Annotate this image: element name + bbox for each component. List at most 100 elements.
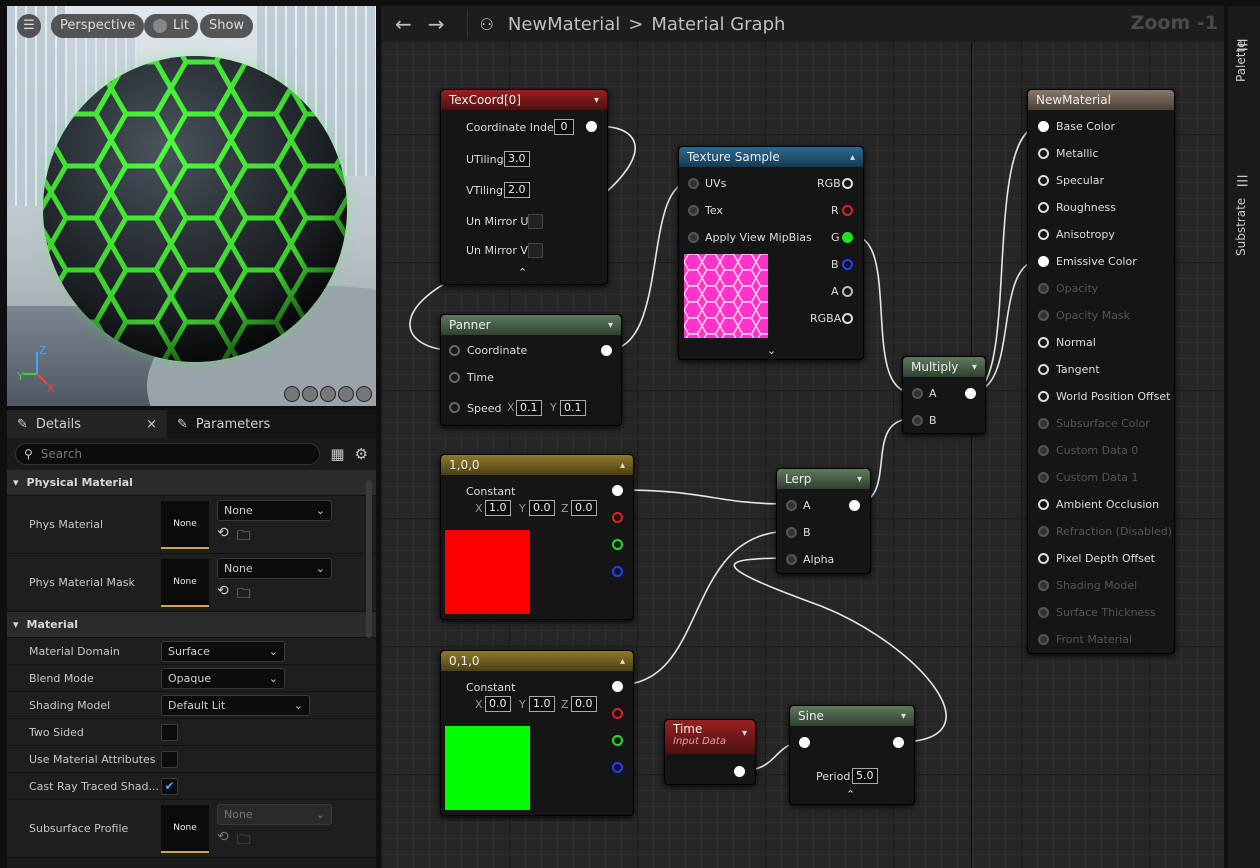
list-icon[interactable]: ☰ — [1236, 174, 1249, 190]
chevron-up-icon[interactable]: ▴ — [850, 152, 855, 163]
result-pin[interactable] — [1038, 202, 1049, 213]
unmirror-v-checkbox[interactable] — [528, 243, 543, 258]
lerp-alpha-pin[interactable] — [786, 554, 797, 565]
node-result-header[interactable]: NewMaterial — [1028, 90, 1174, 110]
result-pin[interactable] — [1038, 580, 1049, 591]
node-multiply[interactable]: Multiply ▾ A B — [902, 356, 986, 434]
constant-red-x-input[interactable]: 1.0 — [485, 500, 511, 516]
browse-icon[interactable]: 🗀 — [237, 583, 251, 607]
table-view-icon[interactable]: ▦ — [330, 445, 344, 463]
texcoord-output-pin[interactable] — [586, 121, 597, 132]
result-pin[interactable] — [1038, 337, 1049, 348]
sphere-shape-icon[interactable] — [302, 386, 318, 402]
texture-rgba-pin[interactable] — [842, 313, 853, 324]
result-pin[interactable] — [1038, 391, 1049, 402]
cast-ray-checkbox[interactable]: ✔ — [161, 777, 178, 795]
result-pin[interactable] — [1038, 175, 1049, 186]
chevron-down-icon[interactable]: ▾ — [972, 362, 977, 373]
constant-red-b-pin[interactable] — [612, 566, 623, 577]
texture-rgb-pin[interactable] — [842, 178, 853, 189]
panner-speed-y-input[interactable]: 0.1 — [560, 400, 586, 416]
node-time[interactable]: Time Input Data ▾ — [664, 719, 756, 785]
chevron-down-icon[interactable]: ▾ — [742, 728, 747, 739]
expand-chevron-icon[interactable]: ⌄ — [767, 344, 776, 357]
viewport-menu-button[interactable]: ☰ — [17, 14, 41, 38]
result-pin[interactable] — [1038, 364, 1049, 375]
preview-viewport[interactable]: ☰ Perspective Lit Show Z Y X — [7, 6, 376, 406]
breadcrumb-material[interactable]: NewMaterial — [508, 14, 620, 35]
node-texture-header[interactable]: Texture Sample ▴ — [679, 147, 863, 167]
lit-button[interactable]: Lit — [144, 14, 198, 38]
section-physical-material[interactable]: ▾ Physical Material — [7, 470, 376, 496]
vtiling-input[interactable]: 2.0 — [504, 182, 530, 198]
constant-green-g-pin[interactable] — [612, 735, 623, 746]
details-scrollbar[interactable] — [366, 480, 372, 638]
browse-icon[interactable]: 🗀 — [237, 829, 251, 853]
tab-substrate[interactable]: Substrate — [1234, 198, 1248, 256]
result-pin[interactable] — [1038, 472, 1049, 483]
node-constant-red-header[interactable]: 1,0,0 ▴ — [441, 455, 633, 475]
close-icon[interactable]: × — [146, 417, 157, 432]
result-pin[interactable] — [1038, 499, 1049, 510]
result-pin[interactable] — [1038, 310, 1049, 321]
result-pin[interactable] — [1038, 526, 1049, 537]
graph-hierarchy-icon[interactable]: ⚇ — [480, 15, 494, 34]
tab-details[interactable]: ✎ Details × — [7, 410, 167, 438]
result-pin[interactable] — [1038, 634, 1049, 645]
subsurface-combo[interactable]: None ⌄ — [217, 804, 332, 825]
node-panner-header[interactable]: Panner ▾ — [441, 315, 621, 335]
search-input[interactable]: ⚲ Search — [15, 443, 321, 465]
node-constant-green-header[interactable]: 0,1,0 ▴ — [441, 651, 633, 671]
result-pin[interactable] — [1038, 121, 1049, 132]
constant-red-g-pin[interactable] — [612, 539, 623, 550]
constant-red-y-input[interactable]: 0.0 — [529, 500, 555, 516]
plane-shape-icon[interactable] — [320, 386, 336, 402]
result-pin[interactable] — [1038, 607, 1049, 618]
texture-a-pin[interactable] — [842, 286, 853, 297]
panner-speed-x-input[interactable]: 0.1 — [516, 400, 542, 416]
chevron-down-icon[interactable]: ▾ — [608, 320, 613, 331]
multiply-a-pin[interactable] — [912, 388, 923, 399]
chevron-up-icon[interactable]: ▴ — [620, 460, 625, 471]
cylinder-shape-icon[interactable] — [284, 386, 300, 402]
panner-speed-pin[interactable] — [449, 402, 460, 413]
coord-index-input[interactable]: 0 — [554, 119, 574, 135]
node-multiply-header[interactable]: Multiply ▾ — [903, 357, 985, 377]
texture-r-pin[interactable] — [842, 205, 853, 216]
multiply-b-pin[interactable] — [912, 415, 923, 426]
result-pin[interactable] — [1038, 148, 1049, 159]
constant-green-b-pin[interactable] — [612, 762, 623, 773]
panner-output-pin[interactable] — [601, 345, 612, 356]
constant-red-output-pin[interactable] — [612, 485, 623, 496]
collapse-chevron-icon[interactable]: ⌃ — [846, 788, 855, 801]
phys-mask-thumbnail[interactable]: None — [161, 558, 209, 607]
use-selected-icon[interactable]: ⟲ — [217, 829, 229, 853]
material-graph[interactable]: ← → ⚇ NewMaterial > Material Graph Zoom … — [381, 6, 1224, 868]
chevron-down-icon[interactable]: ▾ — [857, 474, 862, 485]
node-texture-sample[interactable]: Texture Sample ▴ UVs Tex Apply View MipB… — [678, 146, 864, 360]
node-texcoord-header[interactable]: TexCoord[0] ▾ — [441, 90, 607, 110]
multiply-output-pin[interactable] — [965, 388, 976, 399]
node-lerp-header[interactable]: Lerp ▾ — [777, 469, 870, 489]
utiling-input[interactable]: 3.0 — [504, 151, 530, 167]
chevron-down-icon[interactable]: ▾ — [594, 95, 599, 106]
two-sided-checkbox[interactable] — [161, 723, 178, 741]
node-panner[interactable]: Panner ▾ Coordinate Time Speed X 0.1 Y 0… — [440, 314, 622, 426]
blend-mode-combo[interactable]: Opaque ⌄ — [161, 667, 285, 689]
texture-mip-pin[interactable] — [688, 232, 699, 243]
texture-g-pin[interactable] — [842, 232, 853, 243]
constant-red-r-pin[interactable] — [612, 512, 623, 523]
constant-green-z-input[interactable]: 0.0 — [571, 696, 597, 712]
browse-icon[interactable]: 🗀 — [237, 525, 251, 549]
sine-input-pin[interactable] — [799, 737, 810, 748]
use-selected-icon[interactable]: ⟲ — [217, 525, 229, 549]
back-arrow-icon[interactable]: ← — [395, 12, 412, 36]
show-button[interactable]: Show — [200, 14, 254, 38]
unmirror-u-checkbox[interactable] — [528, 214, 543, 229]
time-output-pin[interactable] — [734, 766, 745, 777]
panner-coordinate-pin[interactable] — [449, 345, 460, 356]
texture-uvs-pin[interactable] — [688, 178, 699, 189]
chevron-up-icon[interactable]: ▴ — [620, 656, 625, 667]
lerp-output-pin[interactable] — [849, 500, 860, 511]
material-domain-combo[interactable]: Surface ⌄ — [161, 640, 285, 662]
